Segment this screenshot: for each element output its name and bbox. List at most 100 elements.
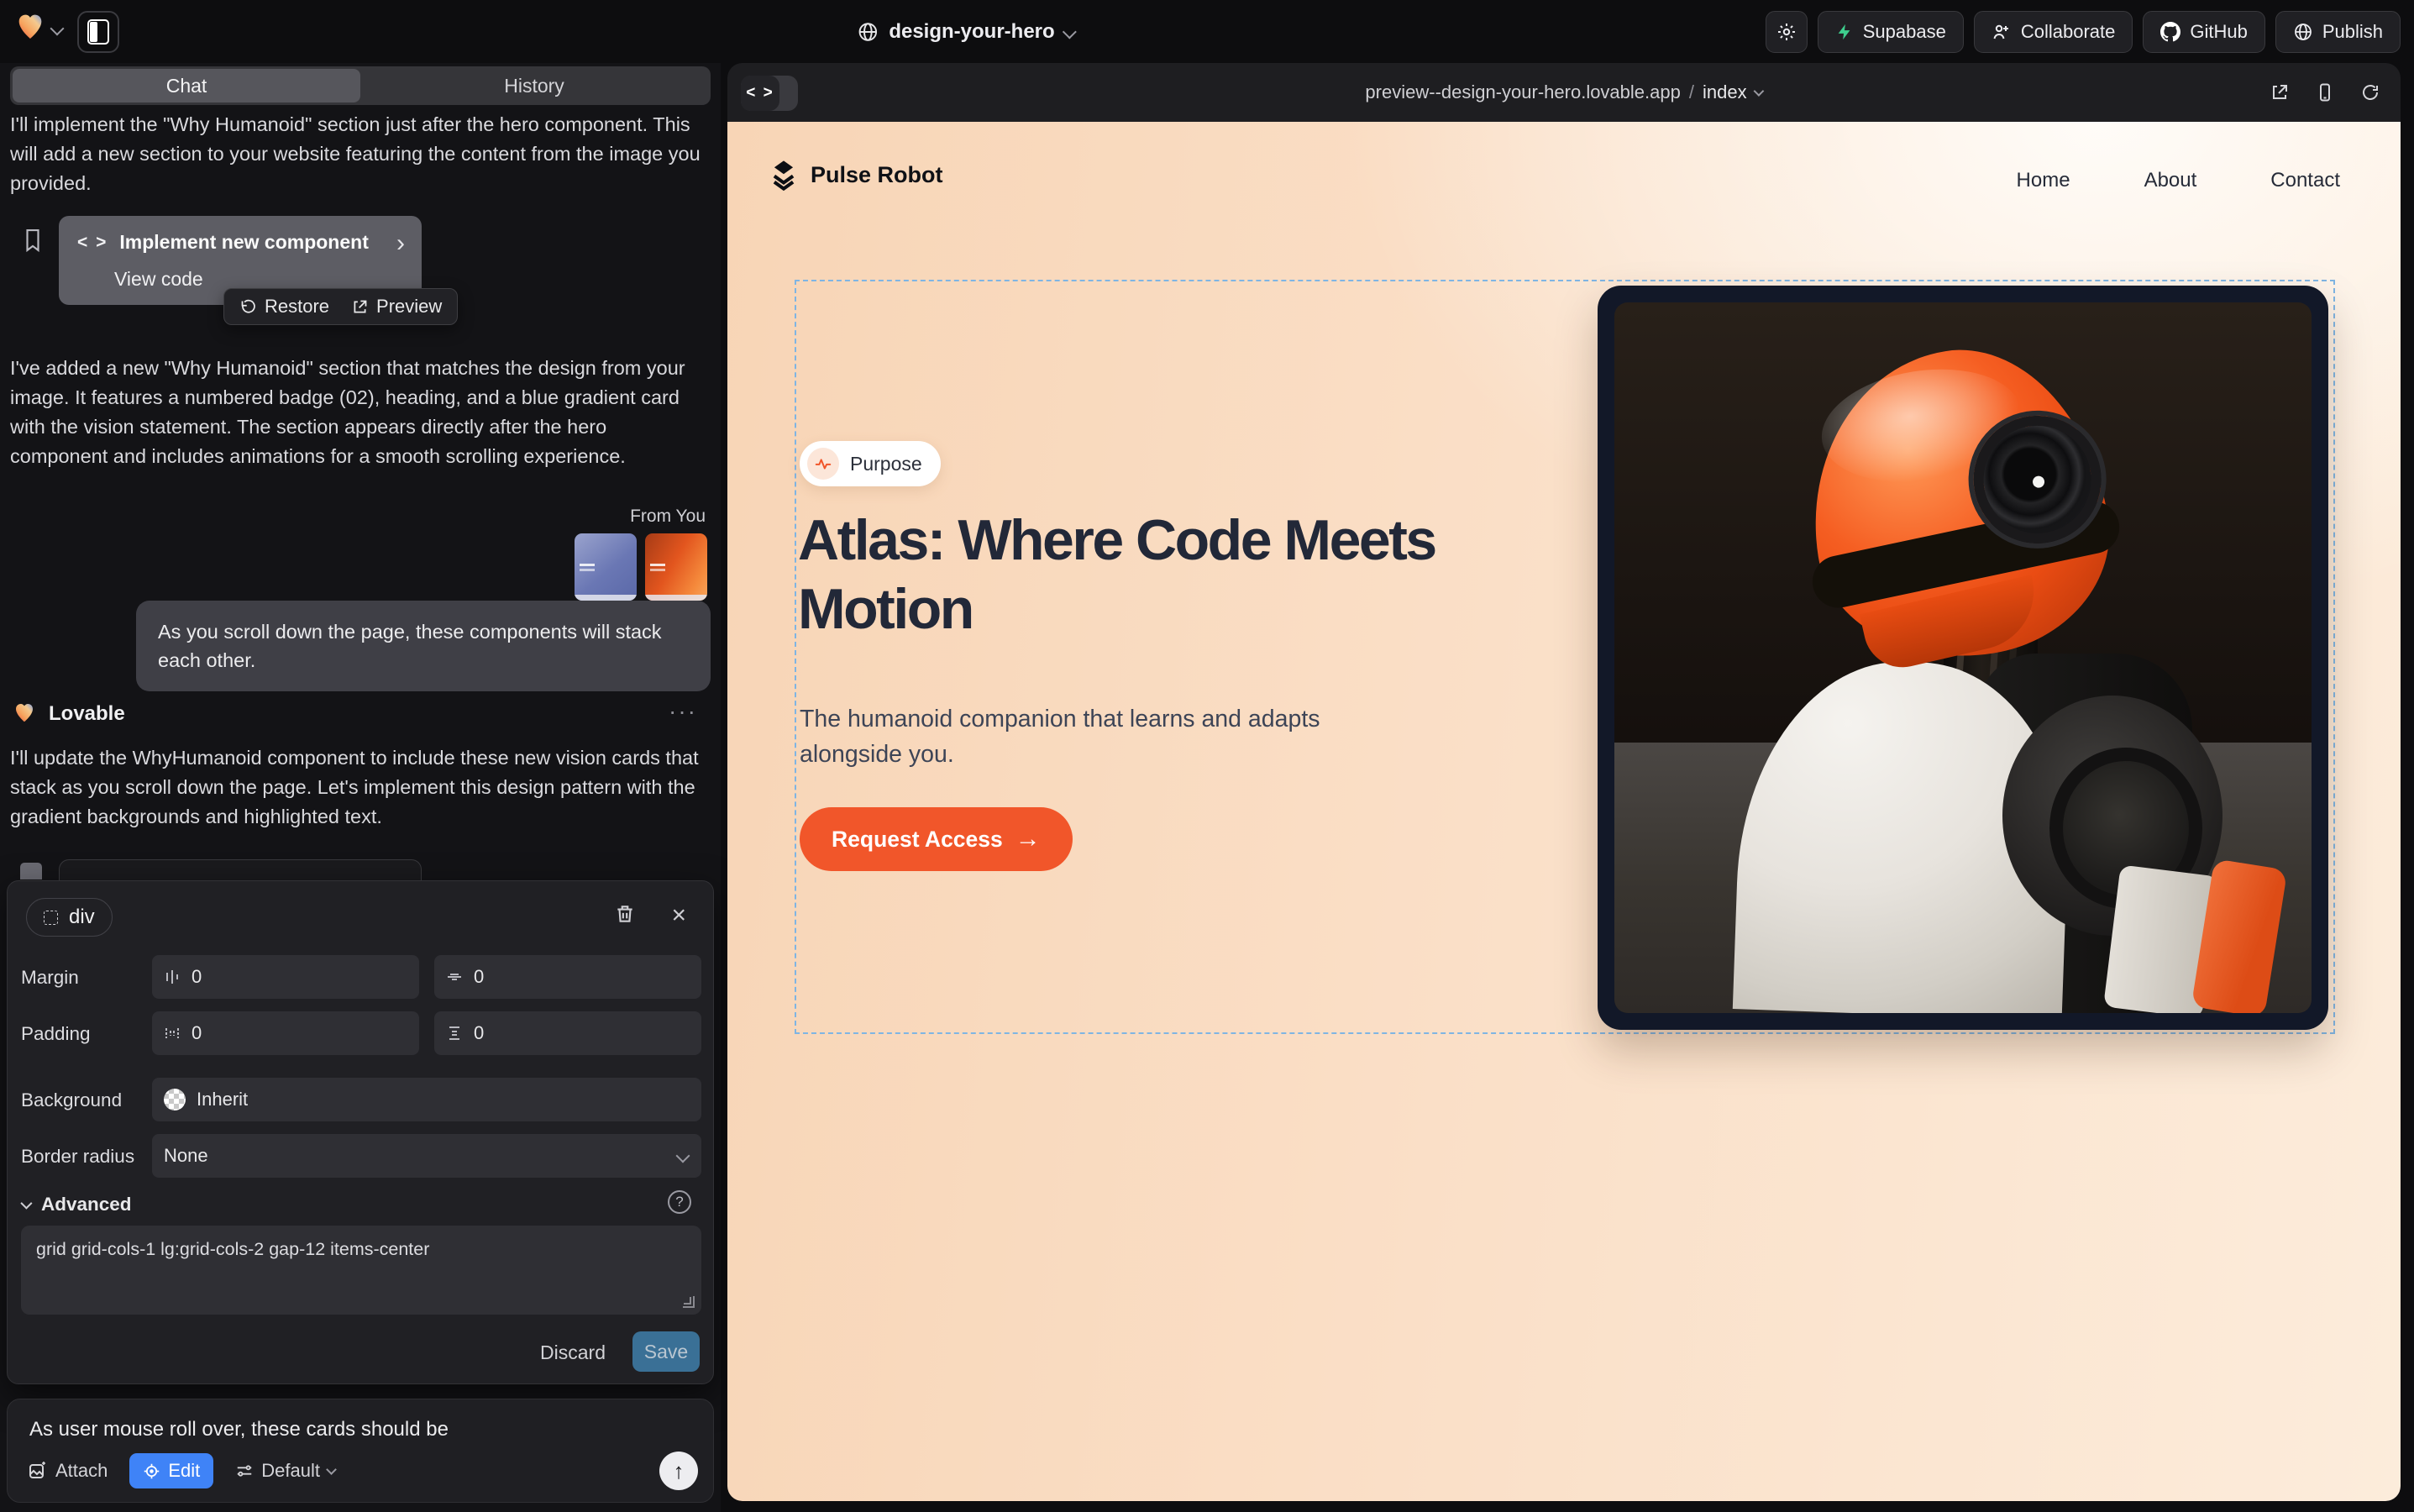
purpose-badge: Purpose [800,441,941,486]
target-icon [143,1462,160,1480]
code-icon: < > [741,76,779,111]
code-icon: < > [77,233,108,253]
assistant-name: Lovable [49,702,125,726]
margin-label: Margin [21,967,79,989]
site-logo[interactable]: Pulse Robot [768,159,943,191]
nav-contact[interactable]: Contact [2270,169,2340,192]
selected-element-chip[interactable]: div [26,898,113,937]
padding-horizontal-icon [164,1025,181,1042]
hero-subhead: The humanoid companion that learns and a… [800,701,1337,772]
dashed-selection-icon [44,911,58,925]
open-in-new-tab-icon[interactable] [2270,82,2290,102]
padding-x-input[interactable]: 0 [152,1011,419,1055]
pulse-robot-logo-icon [768,159,800,191]
chat-composer[interactable]: As user mouse roll over, these cards sho… [7,1399,714,1503]
select-chevron-down-icon [676,1149,690,1163]
advanced-classes-textarea[interactable]: grid grid-cols-1 lg:grid-cols-2 gap-12 i… [21,1226,701,1315]
chevron-right-icon: › [396,229,405,258]
assistant-message-1: I'll implement the "Why Humanoid" sectio… [10,110,704,198]
attachment-thumbnail-orange[interactable] [645,533,707,601]
supabase-icon [1835,23,1854,41]
collaborate-icon [1992,22,2012,42]
url-chevron-down-icon [1754,86,1765,97]
lovable-heart-icon [12,700,37,725]
version-hover-toolbar: Restore Preview [223,288,458,325]
discard-button[interactable]: Discard [540,1341,606,1364]
refresh-icon[interactable] [2360,82,2380,102]
preview-url[interactable]: preview--design-your-hero.lovable.app / … [1365,63,1762,122]
margin-vertical-icon [446,969,463,985]
sliders-icon [235,1462,254,1480]
topbar: design-your-hero Supabase Collaborate Gi… [0,0,2414,63]
site-brand-name: Pulse Robot [811,162,943,188]
close-panel-button[interactable]: × [671,901,686,930]
component-card-title: Implement new component [119,231,368,254]
mode-chevron-down-icon [326,1464,337,1475]
publish-globe-icon [2293,22,2313,42]
element-tag: div [69,906,95,929]
site-nav: Home About Contact [2017,169,2340,192]
lovable-logo-icon[interactable] [13,9,47,43]
request-access-button[interactable]: Request Access → [800,807,1073,871]
globe-icon [857,21,879,43]
preview-toolbar: < > preview--design-your-hero.lovable.ap… [727,63,2401,122]
padding-vertical-icon [446,1025,463,1042]
padding-y-input[interactable]: 0 [434,1011,701,1055]
topbar-actions: Supabase Collaborate GitHub Publish [1766,11,2401,53]
pulse-icon [807,448,839,480]
publish-button[interactable]: Publish [2275,11,2401,53]
chat-tabbar: Chat History [10,66,711,105]
user-message-bubble: As you scroll down the page, these compo… [136,601,711,691]
tab-history[interactable]: History [360,69,708,102]
help-icon[interactable]: ? [668,1190,691,1214]
transparency-swatch-icon [164,1089,186,1110]
github-button[interactable]: GitHub [2143,11,2264,53]
robot-helmet [1790,330,2127,678]
preview-pane: < > preview--design-your-hero.lovable.ap… [727,63,2401,1501]
chat-mode-select[interactable]: Default [235,1460,335,1482]
preview-domain: preview--design-your-hero.lovable.app [1365,81,1680,103]
settings-button[interactable] [1766,11,1808,53]
code-view-toggle[interactable]: < > [741,76,798,111]
send-button[interactable]: ↑ [659,1452,698,1490]
tab-chat[interactable]: Chat [13,69,360,102]
restore-button[interactable]: Restore [239,296,329,318]
hidden-bookmark-icon [20,863,42,879]
margin-y-input[interactable]: 0 [434,955,701,999]
collaborate-button[interactable]: Collaborate [1974,11,2133,53]
composer-input[interactable]: As user mouse roll over, these cards sho… [29,1418,449,1441]
delete-element-button[interactable] [614,903,636,925]
more-options-icon[interactable]: ··· [669,698,697,725]
supabase-label: Supabase [1863,21,1946,43]
edit-mode-button[interactable]: Edit [129,1453,213,1488]
project-name: design-your-hero [889,20,1054,44]
app-window: design-your-hero Supabase Collaborate Gi… [0,0,2414,1512]
save-button[interactable]: Save [632,1331,700,1372]
collaborate-label: Collaborate [2021,21,2116,43]
bookmark-icon[interactable] [22,228,44,253]
workspace-chevron-down-icon[interactable] [50,22,65,36]
preview-button[interactable]: Preview [351,296,442,318]
nav-home[interactable]: Home [2017,169,2070,192]
supabase-button[interactable]: Supabase [1818,11,1964,53]
restore-icon [239,298,257,316]
publish-label: Publish [2322,21,2383,43]
site-page: Pulse Robot Home About Contact Purpose A… [727,122,2401,1501]
margin-x-input[interactable]: 0 [152,955,419,999]
mobile-view-icon[interactable] [2315,82,2335,102]
from-you-label: From You [630,507,706,527]
external-link-icon [351,298,369,316]
nav-about[interactable]: About [2144,169,2197,192]
background-input[interactable]: Inherit [152,1078,701,1121]
robot-illustration [1614,302,2312,1013]
github-icon [2160,22,2180,42]
advanced-toggle[interactable]: Advanced [21,1194,132,1215]
view-code-link[interactable]: View code [114,268,203,291]
border-radius-label: Border radius [21,1146,134,1168]
attach-button[interactable]: Attach [28,1460,108,1482]
project-selector[interactable]: design-your-hero [857,0,1074,63]
border-radius-select[interactable]: None [152,1134,701,1178]
resize-handle-icon[interactable] [683,1296,695,1308]
toggle-sidebar-button[interactable] [77,11,119,53]
attachment-thumbnail-blue[interactable] [575,533,637,601]
